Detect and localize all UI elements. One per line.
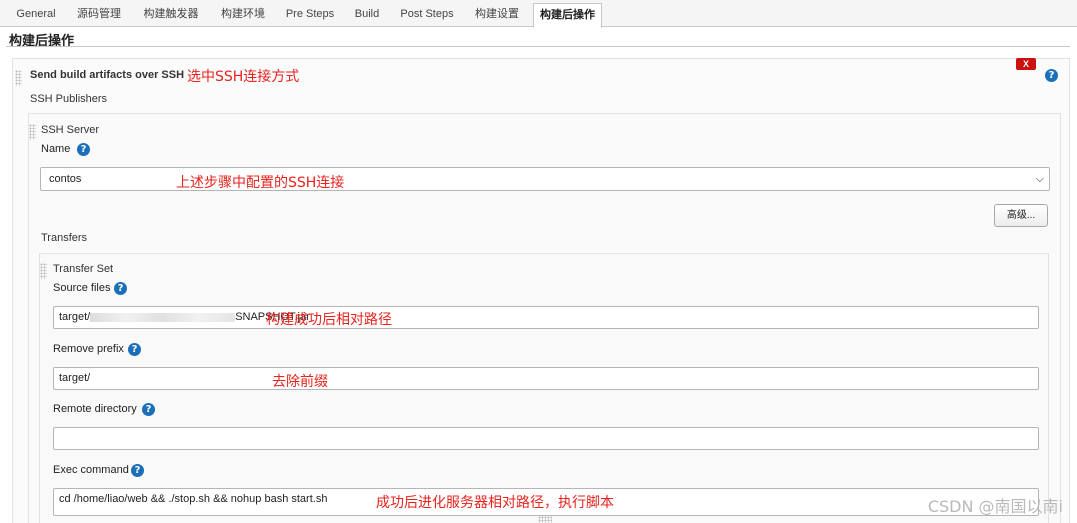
drag-handle-icon[interactable] bbox=[15, 70, 22, 86]
tab-source-code-management[interactable]: 源码管理 bbox=[68, 3, 130, 27]
tab-post-build-actions[interactable]: 构建后操作 bbox=[533, 3, 602, 28]
tab-build-triggers[interactable]: 构建触发器 bbox=[134, 3, 208, 27]
advanced-button[interactable]: 高级... bbox=[994, 204, 1048, 227]
question-circle-icon[interactable]: ? bbox=[131, 464, 144, 477]
tab-build-settings[interactable]: 构建设置 bbox=[466, 3, 528, 27]
ssh-server-heading: SSH Server bbox=[41, 124, 100, 136]
annotation-exec-script: 成功后进化服务器相对路径，执行脚本 bbox=[376, 495, 614, 511]
drag-handle-icon[interactable] bbox=[40, 263, 47, 279]
question-circle-icon[interactable]: ? bbox=[142, 403, 155, 416]
remove-prefix-value: target/ bbox=[59, 372, 91, 384]
transfer-set-heading: Transfer Set bbox=[53, 263, 114, 275]
chevron-down-icon: ⌵ bbox=[1035, 173, 1044, 185]
ssh-publishers-label: SSH Publishers bbox=[30, 93, 108, 105]
remove-prefix-label: Remove prefix bbox=[53, 343, 124, 355]
resize-handle-icon[interactable] bbox=[538, 516, 552, 523]
annotation-remove-prefix: 去除前缀 bbox=[272, 374, 328, 390]
question-circle-icon[interactable]: ? bbox=[114, 282, 127, 295]
annotation-ssh-config: 上述步骤中配置的SSH连接 bbox=[176, 175, 345, 191]
source-files-value-prefix: target/ bbox=[59, 311, 91, 323]
question-circle-icon[interactable]: ? bbox=[1045, 69, 1058, 82]
annotation-ssh-method: 选中SSH连接方式 bbox=[187, 69, 300, 85]
remove-prefix-input[interactable]: target/ bbox=[53, 367, 1039, 390]
delete-publisher-button[interactable]: X bbox=[1016, 58, 1036, 70]
redacted-path-blur bbox=[90, 312, 236, 322]
config-tab-bar: General 源码管理 构建触发器 构建环境 Pre Steps Build … bbox=[0, 0, 1077, 28]
remote-directory-input[interactable] bbox=[53, 427, 1039, 450]
drag-handle-icon[interactable] bbox=[29, 124, 36, 140]
tab-post-steps[interactable]: Post Steps bbox=[392, 3, 462, 27]
question-circle-icon[interactable]: ? bbox=[128, 343, 141, 356]
transfers-label: Transfers bbox=[41, 232, 88, 244]
source-files-label: Source files bbox=[53, 282, 111, 294]
publisher-title: Send build artifacts over SSH bbox=[30, 69, 185, 81]
section-divider bbox=[6, 46, 1070, 47]
exec-command-label: Exec command bbox=[53, 464, 129, 476]
source-files-input[interactable]: target/SNAPSHOT.jar bbox=[53, 306, 1039, 329]
tab-general[interactable]: General bbox=[8, 3, 64, 27]
tab-pre-steps[interactable]: Pre Steps bbox=[278, 3, 342, 27]
exec-command-value: cd /home/liao/web && ./stop.sh && nohup … bbox=[59, 493, 328, 505]
tab-build-environment[interactable]: 构建环境 bbox=[212, 3, 274, 27]
name-label: Name bbox=[41, 143, 71, 155]
watermark: CSDN @南国以南i bbox=[927, 497, 1063, 516]
question-circle-icon[interactable]: ? bbox=[77, 143, 90, 156]
annotation-relative-path: 构建成功后相对路径 bbox=[266, 312, 392, 328]
remote-directory-label: Remote directory bbox=[53, 403, 137, 415]
ssh-server-name-value: contos bbox=[49, 173, 82, 185]
tab-build[interactable]: Build bbox=[346, 3, 388, 27]
